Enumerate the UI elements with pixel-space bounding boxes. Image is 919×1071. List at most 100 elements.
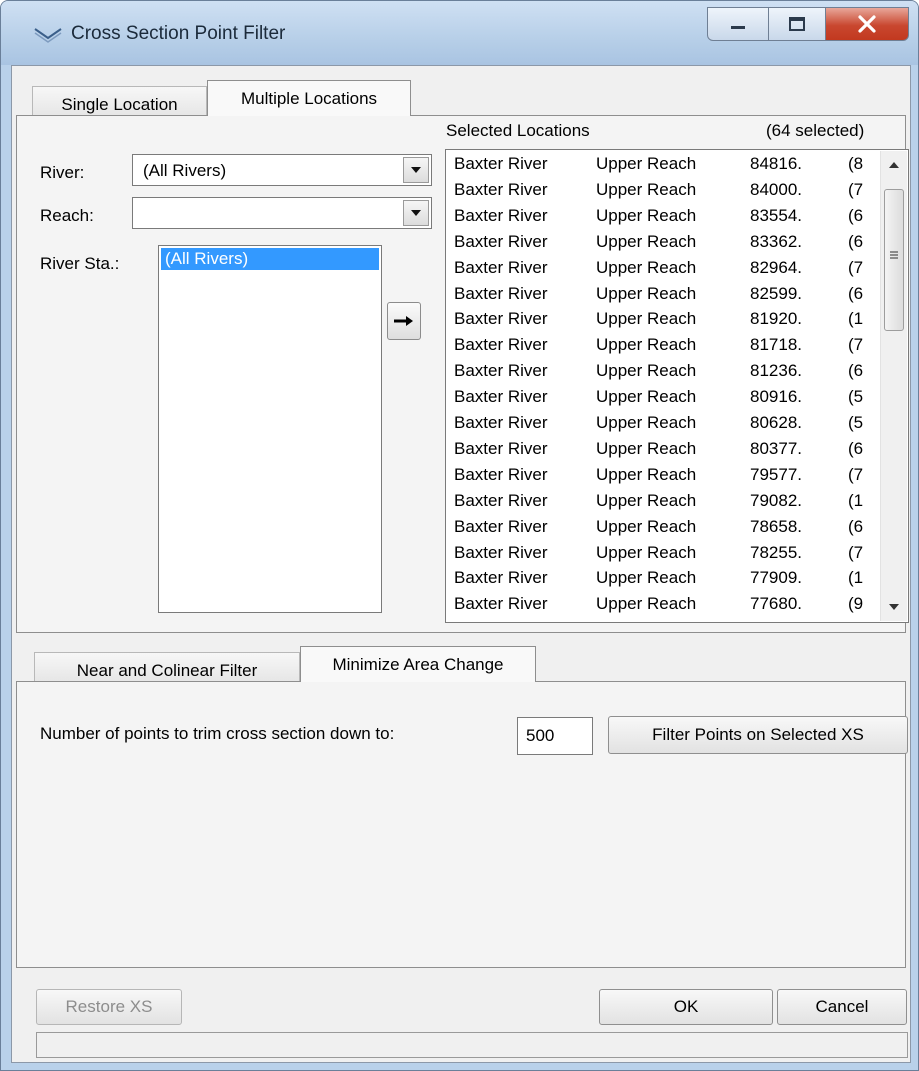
- list-item[interactable]: (All Rivers): [161, 248, 379, 270]
- list-item[interactable]: Baxter River Upper Reach 77909. (1: [446, 568, 876, 594]
- point-count-cell: (6: [848, 283, 864, 303]
- river-cell: Baxter River: [454, 542, 548, 562]
- river-cell: Baxter River: [454, 490, 548, 510]
- title-bar[interactable]: Cross Section Point Filter: [1, 1, 918, 65]
- station-cell: 80628.: [750, 413, 802, 432]
- reach-cell: Upper Reach: [596, 205, 697, 225]
- river-cell: Baxter River: [454, 516, 548, 536]
- reach-cell: Upper Reach: [596, 594, 697, 614]
- list-item[interactable]: Baxter River Upper Reach 84000. (7: [446, 180, 876, 206]
- station-cell: 80916.: [750, 387, 802, 407]
- river-cell: Baxter River: [454, 179, 548, 199]
- tab-multiple-locations[interactable]: Multiple Locations: [207, 80, 411, 116]
- dialog-client-area: Single Location Multiple Locations River…: [11, 65, 911, 1063]
- list-item[interactable]: Baxter River Upper Reach 79577. (7: [446, 465, 876, 491]
- point-count-cell: (6: [848, 361, 864, 381]
- list-item[interactable]: Baxter River Upper Reach 81718. (7: [446, 335, 876, 361]
- vertical-scrollbar[interactable]: [880, 151, 907, 621]
- reach-select[interactable]: [132, 197, 432, 229]
- point-count-cell: (7: [848, 257, 864, 277]
- list-item[interactable]: Baxter River Upper Reach 78658. (6: [446, 517, 876, 543]
- point-count-cell: (8: [848, 154, 864, 173]
- add-location-button[interactable]: [387, 302, 421, 340]
- reach-cell: Upper Reach: [596, 154, 697, 173]
- tab-label: Multiple Locations: [240, 89, 378, 108]
- list-item[interactable]: Baxter River Upper Reach 80916. (5: [446, 387, 876, 413]
- list-item[interactable]: Baxter River Upper Reach 83362. (6: [446, 232, 876, 258]
- scroll-down-icon[interactable]: [888, 603, 900, 611]
- station-cell: 80377.: [750, 438, 802, 458]
- list-item[interactable]: Baxter River Upper Reach 81920. (1: [446, 309, 876, 335]
- river-cell: Baxter River: [454, 257, 548, 277]
- reach-cell: Upper Reach: [596, 179, 697, 199]
- station-cell: 78658.: [750, 516, 802, 536]
- chevron-down-icon[interactable]: [403, 157, 429, 183]
- point-count-cell: (1: [848, 490, 864, 510]
- dialog-window: Cross Section Point Filter Single Locati…: [0, 0, 919, 1071]
- river-cell: Baxter River: [454, 413, 548, 432]
- list-item[interactable]: Baxter River Upper Reach 78255. (7: [446, 543, 876, 569]
- point-count-cell: (7: [848, 335, 864, 355]
- list-item[interactable]: Baxter River Upper Reach 77680. (9: [446, 594, 876, 620]
- river-cell: Baxter River: [454, 335, 548, 355]
- river-station-list[interactable]: (All Rivers): [158, 245, 382, 613]
- close-button[interactable]: [825, 7, 909, 41]
- points-input[interactable]: 500: [517, 717, 593, 755]
- tab-label: Single Location: [61, 95, 178, 114]
- list-item[interactable]: Baxter River Upper Reach 80628. (5: [446, 413, 876, 439]
- list-item[interactable]: Baxter River Upper Reach 84816. (8: [446, 154, 876, 180]
- river-select[interactable]: (All Rivers): [132, 154, 432, 186]
- tab-near-colinear-filter[interactable]: Near and Colinear Filter: [34, 652, 300, 682]
- reach-cell: Upper Reach: [596, 438, 697, 458]
- reach-label: Reach:: [40, 206, 94, 225]
- filter-points-button[interactable]: Filter Points on Selected XS: [608, 716, 908, 754]
- reach-cell: Upper Reach: [596, 542, 697, 562]
- reach-cell: Upper Reach: [596, 516, 697, 536]
- point-count-cell: (5: [848, 413, 864, 432]
- point-count-cell: (7: [848, 464, 864, 484]
- minimize-button[interactable]: [707, 7, 769, 41]
- maximize-button[interactable]: [768, 7, 826, 41]
- point-count-cell: (7: [848, 179, 864, 199]
- station-cell: 79082.: [750, 490, 802, 510]
- point-count-cell: (6: [848, 516, 864, 536]
- station-cell: 77680.: [750, 594, 802, 614]
- scroll-up-icon[interactable]: [888, 161, 900, 169]
- selected-locations-list[interactable]: Baxter River Upper Reach 84816. (8 Baxter Ri…: [445, 149, 909, 623]
- tab-single-location[interactable]: Single Location: [32, 86, 207, 116]
- restore-xs-button[interactable]: Restore XS: [36, 989, 182, 1025]
- window-title: Cross Section Point Filter: [71, 23, 286, 44]
- list-item[interactable]: Baxter River Upper Reach 83554. (6: [446, 206, 876, 232]
- minimize-icon: [731, 26, 745, 29]
- status-bar: [36, 1032, 908, 1058]
- station-cell: 84816.: [750, 154, 802, 173]
- tab-minimize-area-change[interactable]: Minimize Area Change: [300, 646, 536, 682]
- river-label: River:: [40, 163, 85, 182]
- point-count-cell: (9: [848, 594, 864, 614]
- river-select-value: (All Rivers): [143, 161, 227, 180]
- list-item[interactable]: Baxter River Upper Reach 80377. (6: [446, 439, 876, 465]
- list-item[interactable]: Baxter River Upper Reach 81236. (6: [446, 361, 876, 387]
- window-menu-icon[interactable]: [33, 25, 63, 45]
- point-count-cell: (1: [848, 309, 864, 329]
- river-station-label: River Sta.:: [40, 254, 120, 273]
- river-cell: Baxter River: [454, 387, 548, 407]
- reach-cell: Upper Reach: [596, 309, 697, 329]
- list-item[interactable]: Baxter River Upper Reach 82964. (7: [446, 258, 876, 284]
- chevron-down-icon[interactable]: [403, 200, 429, 226]
- arrow-right-icon: [394, 316, 413, 326]
- station-cell: 82964.: [750, 257, 802, 277]
- river-cell: Baxter River: [454, 594, 548, 614]
- list-item[interactable]: Baxter River Upper Reach 79082. (1: [446, 491, 876, 517]
- close-icon: [858, 15, 876, 33]
- station-cell: 77909.: [750, 568, 802, 588]
- ok-button[interactable]: OK: [599, 989, 773, 1025]
- scrollbar-thumb[interactable]: [884, 189, 904, 331]
- river-cell: Baxter River: [454, 464, 548, 484]
- list-item[interactable]: Baxter River Upper Reach 82599. (6: [446, 284, 876, 310]
- station-cell: 81718.: [750, 335, 802, 355]
- selected-count: (64 selected): [766, 121, 865, 140]
- point-count-cell: (7: [848, 542, 864, 562]
- point-count-cell: (1: [848, 568, 864, 588]
- cancel-button[interactable]: Cancel: [777, 989, 907, 1025]
